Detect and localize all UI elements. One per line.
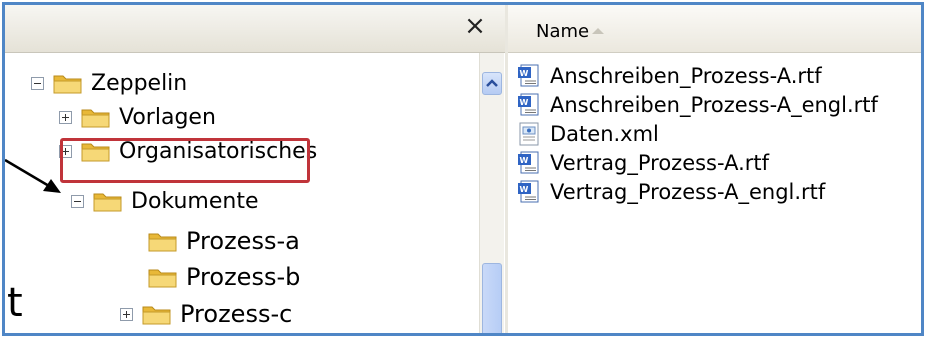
folder-icon xyxy=(142,306,171,325)
wordpad-document-icon: W xyxy=(518,93,539,115)
column-header-name[interactable]: Name xyxy=(536,21,589,42)
tree-node-label: Prozess-a xyxy=(186,227,300,255)
list-item[interactable]: W Anschreiben_Prozess-A.rtf xyxy=(517,61,878,90)
folder-tree: Zeppelin Vorlagen Organisatorisches Doku… xyxy=(5,53,475,333)
folder-icon xyxy=(148,233,177,252)
list-item[interactable]: W Vertrag_Prozess-A_engl.rtf xyxy=(517,177,878,206)
tree-node-prozess-a[interactable]: Prozess-a xyxy=(148,224,300,258)
tree-scrollbar[interactable] xyxy=(479,53,504,333)
folder-icon xyxy=(148,269,177,288)
tree-node-zeppelin[interactable]: Zeppelin xyxy=(31,66,187,100)
tree-node-prozess-c[interactable]: Prozess-c xyxy=(120,297,292,331)
svg-text:W: W xyxy=(520,156,529,165)
folder-open-icon xyxy=(53,75,82,94)
expand-icon[interactable] xyxy=(120,307,133,321)
sort-ascending-icon xyxy=(592,28,604,34)
file-list-header: Name xyxy=(508,5,921,53)
tree-node-label: Prozess-c xyxy=(180,300,293,328)
collapse-icon[interactable] xyxy=(71,194,84,208)
tree-node-label: Zeppelin xyxy=(91,70,188,96)
wordpad-document-icon: W xyxy=(518,64,539,86)
file-name: Anschreiben_Prozess-A.rtf xyxy=(550,63,822,88)
pane-divider[interactable] xyxy=(505,5,508,333)
tree-node-label: Prozess-b xyxy=(186,263,301,291)
list-item[interactable]: W Anschreiben_Prozess-A_engl.rtf xyxy=(517,90,878,119)
list-item[interactable]: Daten.xml xyxy=(517,119,878,148)
tree-node-vorlagen[interactable]: Vorlagen xyxy=(59,100,216,134)
tree-node-label: Vorlagen xyxy=(119,104,216,130)
tree-node-dokumente[interactable]: Dokumente xyxy=(71,184,258,218)
scroll-thumb[interactable] xyxy=(482,263,502,333)
wordpad-document-icon: W xyxy=(518,180,539,202)
svg-text:W: W xyxy=(520,69,529,78)
tree-node-label: Dokumente xyxy=(131,188,259,214)
list-item[interactable]: W Vertrag_Prozess-A.rtf xyxy=(517,148,878,177)
svg-text:W: W xyxy=(520,98,529,107)
chevron-up-icon xyxy=(486,79,498,87)
overlay-text: t xyxy=(7,280,23,326)
file-name: Anschreiben_Prozess-A_engl.rtf xyxy=(550,92,878,117)
file-name: Vertrag_Prozess-A.rtf xyxy=(550,150,770,175)
highlight-box xyxy=(60,138,310,183)
collapse-icon[interactable] xyxy=(31,76,44,90)
file-list: W Anschreiben_Prozess-A.rtf W Anschreibe… xyxy=(517,61,878,206)
wordpad-document-icon: W xyxy=(518,151,539,173)
folder-open-icon xyxy=(93,193,122,212)
svg-text:W: W xyxy=(520,185,529,194)
annotation-arrow-icon xyxy=(5,158,61,193)
explorer-window: × Zeppelin Vorlagen Organisatorisches Do… xyxy=(2,2,924,336)
tree-node-prozess-b[interactable]: Prozess-b xyxy=(148,260,300,294)
file-name: Vertrag_Prozess-A_engl.rtf xyxy=(550,179,826,204)
xml-file-icon xyxy=(519,122,539,145)
tree-pane-header: × xyxy=(5,5,505,53)
folder-icon xyxy=(81,109,110,128)
file-name: Daten.xml xyxy=(550,121,659,146)
close-tree-pane-button[interactable]: × xyxy=(460,11,490,41)
scroll-up-button[interactable] xyxy=(482,72,502,95)
